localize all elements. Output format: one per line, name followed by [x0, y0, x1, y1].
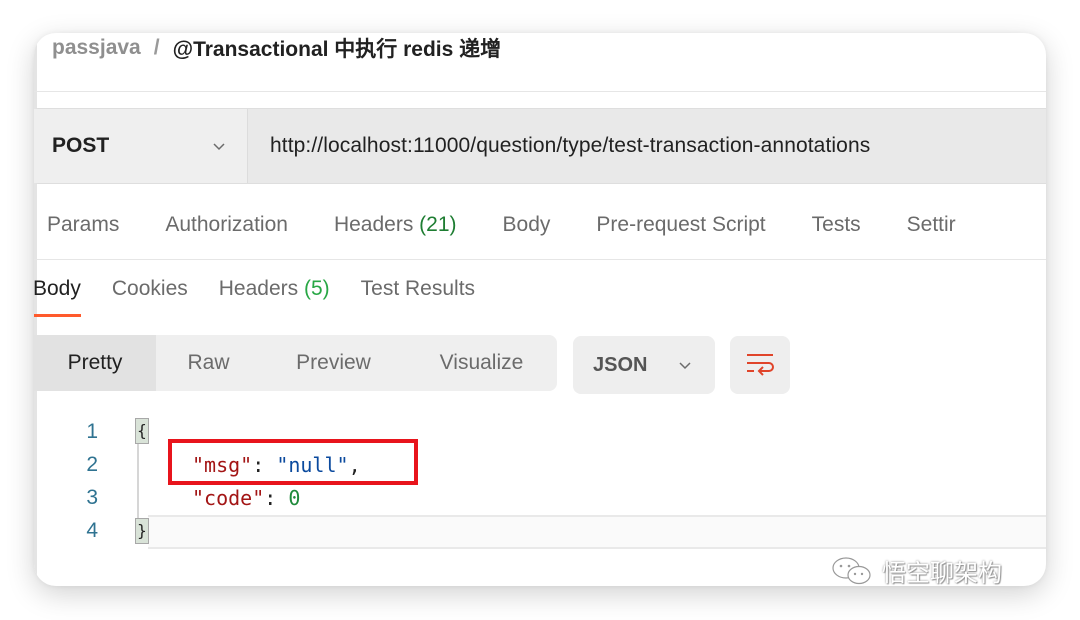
annotation-highlight-box: [168, 439, 418, 485]
tab-label: Tests: [811, 213, 861, 236]
chevron-down-icon: [213, 143, 225, 151]
tab-label: Authorization: [165, 213, 288, 236]
tab-label: Cookies: [111, 277, 188, 300]
json-key: "code": [192, 485, 265, 510]
wechat-icon: [832, 556, 871, 584]
wrap-lines-button[interactable]: [730, 336, 790, 394]
breadcrumb: passjava / @Transactional 中执行 redis 递增: [52, 33, 501, 63]
format-value: JSON: [593, 353, 648, 376]
active-tab-indicator: [34, 314, 81, 317]
divider: [34, 259, 1046, 260]
breadcrumb-separator: /: [153, 36, 160, 59]
line-number: 4: [86, 518, 98, 542]
line-number: 1: [86, 419, 98, 443]
tab-label: Pre-request Script: [596, 213, 766, 236]
tab-label: Body: [502, 213, 551, 236]
tab-response-headers[interactable]: Headers (5): [219, 277, 330, 301]
request-tabs: Params Authorization Headers (21) Body P…: [47, 213, 1002, 237]
tab-settings[interactable]: Settir: [907, 213, 956, 237]
request-bar: POST http://localhost:11000/question/typ…: [34, 108, 1046, 184]
line-number: 2: [86, 452, 98, 476]
text-wrap-icon: [747, 354, 774, 376]
tab-cookies[interactable]: Cookies: [112, 277, 188, 301]
watermark: 悟空聊架构: [830, 553, 1002, 586]
line-number: 3: [86, 485, 98, 509]
code-text: "code": 0: [192, 486, 300, 510]
tab-label: Params: [47, 213, 120, 236]
breadcrumb-collection[interactable]: passjava: [52, 36, 141, 60]
response-tabs: Body Cookies Headers (5) Test Results: [34, 277, 506, 317]
code-line: 4 }: [34, 514, 1046, 547]
view-visualize-button[interactable]: Visualize: [406, 335, 557, 391]
json-number-value: 0: [288, 485, 301, 510]
request-title[interactable]: @Transactional 中执行 redis 递增: [173, 33, 502, 63]
tab-response-body[interactable]: Body: [34, 277, 81, 317]
tab-pre-request-script[interactable]: Pre-request Script: [596, 213, 765, 237]
tab-test-results[interactable]: Test Results: [361, 277, 475, 301]
tab-tests[interactable]: Tests: [812, 213, 861, 237]
method-select[interactable]: POST: [34, 109, 248, 183]
tab-authorization[interactable]: Authorization: [165, 213, 288, 237]
response-headers-count: (5): [303, 277, 330, 300]
matching-brace: {: [135, 418, 149, 444]
watermark-text: 悟空聊架构: [882, 560, 1002, 586]
tab-label: Test Results: [360, 277, 476, 300]
json-colon: :: [264, 485, 289, 510]
tab-headers[interactable]: Headers (21): [334, 213, 457, 237]
format-select[interactable]: JSON: [573, 336, 715, 394]
tab-body[interactable]: Body: [503, 213, 551, 237]
postman-window: passjava / @Transactional 中执行 redis 递增 P…: [34, 33, 1046, 586]
code-line: 3 "code": 0: [34, 481, 1046, 514]
view-mode-group: Pretty Raw Preview Visualize: [34, 335, 557, 391]
view-raw-button[interactable]: Raw: [156, 335, 261, 391]
view-pretty-button[interactable]: Pretty: [34, 335, 156, 391]
divider: [34, 91, 1046, 92]
tab-params[interactable]: Params: [47, 213, 119, 237]
headers-count: (21): [419, 213, 457, 236]
tab-label: Settir: [906, 213, 956, 236]
tab-label: Headers: [218, 277, 299, 300]
tab-label: Body: [34, 277, 81, 300]
tab-label: Headers: [333, 213, 414, 236]
view-preview-button[interactable]: Preview: [261, 335, 406, 391]
url-input[interactable]: http://localhost:11000/question/type/tes…: [248, 109, 870, 183]
method-value: POST: [52, 134, 110, 157]
chevron-down-icon: [679, 362, 691, 370]
matching-brace: }: [135, 518, 149, 544]
